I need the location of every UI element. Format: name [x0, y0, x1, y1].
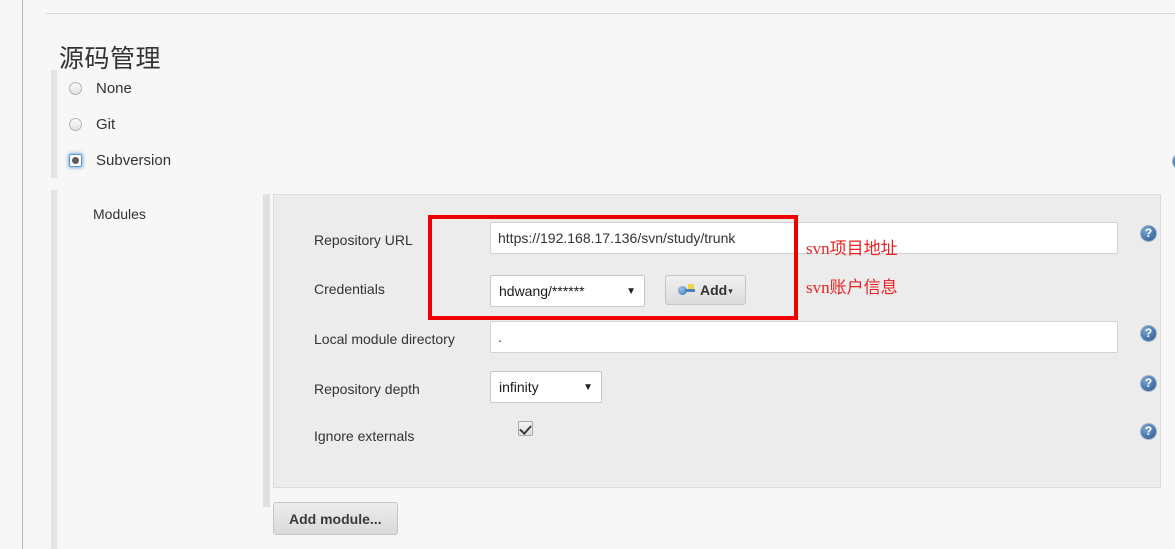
- repository-depth-select[interactable]: infinity ▼: [490, 371, 602, 403]
- add-credentials-label: Add: [700, 282, 728, 298]
- radio-subversion-icon[interactable]: [69, 153, 82, 167]
- local-module-directory-label: Local module directory: [314, 331, 455, 347]
- ignore-externals-label: Ignore externals: [314, 428, 415, 444]
- repository-url-input[interactable]: https://192.168.17.136/svn/study/trunk: [490, 222, 1118, 254]
- scm-option-none-label: None: [96, 79, 132, 97]
- scm-option-git[interactable]: Git: [69, 106, 1171, 142]
- scm-option-git-label: Git: [96, 115, 116, 133]
- scm-option-none[interactable]: None: [69, 70, 1171, 106]
- repository-depth-selected-value: infinity: [499, 379, 539, 395]
- page-frame: 源码管理 None Git Subversion ? Modules Repos…: [22, 0, 1175, 549]
- repository-url-label: Repository URL: [314, 232, 413, 248]
- caret-down-icon: ▾: [728, 286, 733, 296]
- modules-section-label: Modules: [93, 206, 146, 222]
- chevron-down-icon: ▼: [583, 381, 593, 393]
- chevron-down-icon: ▼: [626, 285, 636, 297]
- repository-depth-label: Repository depth: [314, 381, 420, 397]
- add-credentials-button[interactable]: Add ▾: [665, 275, 746, 305]
- add-module-button[interactable]: Add module...: [273, 502, 398, 535]
- radio-none-icon[interactable]: [69, 81, 82, 95]
- module-group-bar: [263, 194, 270, 507]
- header-divider: [46, 13, 1175, 14]
- ignore-externals-checkbox[interactable]: [518, 421, 533, 436]
- scm-option-subversion-label: Subversion: [96, 151, 172, 169]
- credentials-select[interactable]: hdwang/****** ▼: [490, 275, 645, 307]
- repository-url-help-icon[interactable]: ?: [1140, 225, 1157, 242]
- credentials-label: Credentials: [314, 281, 385, 297]
- repository-depth-help-icon[interactable]: ?: [1140, 375, 1157, 392]
- key-icon: [678, 284, 695, 296]
- scm-radio-group: None Git Subversion: [51, 70, 1171, 178]
- ignore-externals-help-icon[interactable]: ?: [1140, 423, 1157, 440]
- credentials-selected-value: hdwang/******: [499, 283, 585, 299]
- radio-git-icon[interactable]: [69, 117, 82, 131]
- subversion-settings-block: Modules Repository URL https://192.168.1…: [51, 190, 1171, 549]
- scm-option-subversion[interactable]: Subversion: [69, 142, 1171, 178]
- local-module-directory-help-icon[interactable]: ?: [1140, 325, 1157, 342]
- module-card: Repository URL https://192.168.17.136/sv…: [273, 194, 1161, 488]
- local-module-directory-input[interactable]: .: [490, 321, 1118, 353]
